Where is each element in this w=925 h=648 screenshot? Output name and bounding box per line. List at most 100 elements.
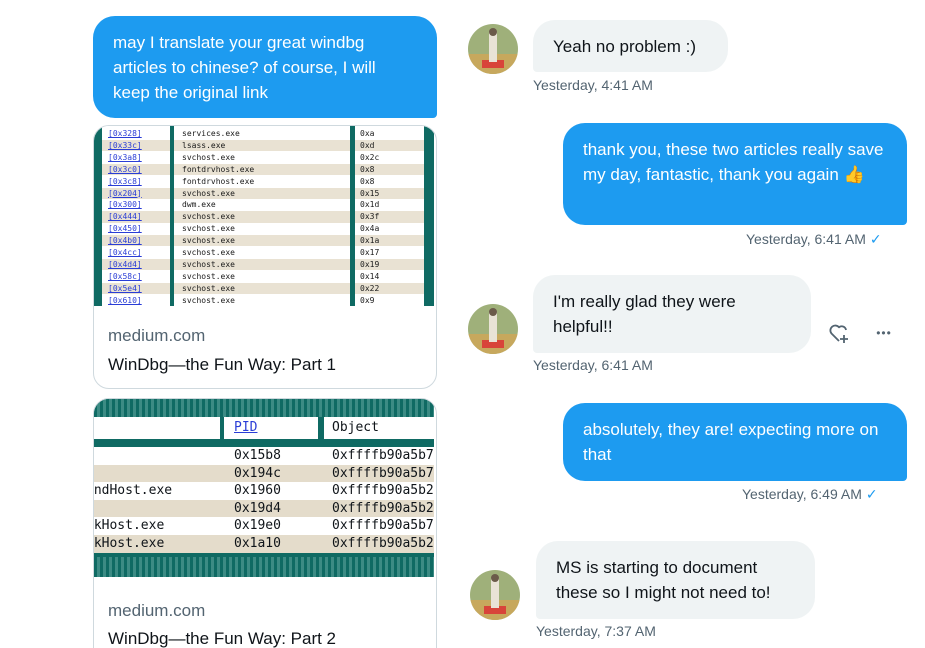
table-row: 0x194c 0xffffb90a5b7 (94, 464, 434, 483)
process-name: lsass.exe (182, 140, 226, 150)
timestamp: Yesterday, 4:41 AM (533, 77, 653, 93)
process-object: 0xffffb90a5b7 (332, 465, 434, 481)
process-name: fontdrvhost.exe (182, 176, 255, 186)
process-object: 0xffffb90a5b7 (332, 448, 434, 463)
process-table-image: PID Object 0x15b8 0xffffb90a5b7 0x194c 0xff… (94, 399, 434, 577)
table-row: [0x58c] svchost.exe 0x14 (94, 271, 434, 282)
process-address: [0x4d4] (108, 259, 142, 269)
process-name: skHost.exe (94, 518, 165, 534)
table-row: [0x5e4] svchost.exe 0x22 (94, 282, 434, 295)
process-address: [0x3c0] (108, 164, 142, 174)
react-button[interactable] (824, 318, 854, 348)
timestamp-text: Yesterday, 6:49 AM (742, 486, 862, 502)
process-value: 0x17 (360, 248, 380, 257)
process-address: [0x610] (108, 295, 142, 305)
contact-avatar[interactable] (470, 570, 520, 620)
message-outgoing-2: thank you, these two articles really sav… (563, 123, 907, 225)
table-row: [0x3c8] fontdrvhost.exe 0x8 (94, 176, 434, 187)
process-value: 0xa (360, 129, 375, 138)
process-object: 0xffffb90a5b2 (332, 500, 434, 516)
table-row: [0x4cc] svchost.exe 0x17 (94, 247, 434, 258)
contact-avatar[interactable] (468, 24, 518, 74)
process-name: svchost.exe (182, 248, 235, 257)
contact-avatar[interactable] (468, 304, 518, 354)
avatar-image (470, 570, 520, 620)
process-address: [0x4cc] (108, 248, 142, 257)
message-incoming-2: I'm really glad they were helpful!! (533, 275, 811, 353)
process-name: svchost.exe (182, 236, 235, 246)
process-value: 0x14 (360, 271, 380, 281)
link-card-part2[interactable]: PID Object 0x15b8 0xffffb90a5b7 0x194c 0xff… (93, 398, 437, 648)
avatar-image (468, 24, 518, 74)
message-text: absolutely, they are! expecting more on … (583, 420, 879, 464)
card-title: WinDbg—the Fun Way: Part 2 (108, 629, 337, 648)
process-object: 0xffffb90a5b2 (332, 536, 434, 551)
process-value: 0x22 (360, 283, 380, 293)
timestamp-text: Yesterday, 6:41 AM (746, 231, 866, 247)
sent-check-icon: ✓ (869, 231, 882, 247)
card-title: WinDbg—the Fun Way: Part 1 (108, 355, 337, 374)
table-row: [0x450] svchost.exe 0x4a (94, 223, 434, 234)
message-text: MS is starting to document these so I mi… (556, 558, 771, 602)
process-value: 0x1d (360, 200, 380, 210)
process-pid: 0x15b8 (234, 448, 281, 463)
card-thumbnail: [0x610] svchost.exe 0x9 [0x5e4] svchost.exe 0… (94, 126, 436, 308)
process-value: 0x8 (360, 176, 375, 186)
table-row: undHost.exe 0x1960 0xffffb90a5b2 (94, 482, 434, 500)
more-icon: ••• (876, 326, 892, 340)
process-value: 0xd (360, 140, 375, 150)
process-object: 0xffffb90a5b7 (332, 518, 434, 534)
process-pid: 0x1a10 (234, 536, 281, 551)
message-text: Yeah no problem :) (553, 37, 697, 56)
card-thumbnail: PID Object 0x15b8 0xffffb90a5b7 0x194c 0xff… (94, 399, 436, 577)
table-row: [0x444] svchost.exe 0x3f (94, 211, 434, 223)
process-address: [0x58c] (108, 271, 142, 281)
process-name: svchost.exe (182, 212, 235, 222)
process-name: svchost.exe (182, 259, 235, 269)
more-button[interactable]: ••• (868, 318, 900, 348)
table-row: [0x33c] lsass.exe 0xd (94, 139, 434, 152)
process-value: 0x2c (360, 152, 380, 162)
process-address: [0x300] (108, 200, 142, 210)
table-row: 0x15b8 0xffffb90a5b7 (94, 447, 434, 465)
message-text: may I translate your great windbg articl… (113, 33, 376, 102)
link-card-part1[interactable]: [0x610] svchost.exe 0x9 [0x5e4] svchost.exe 0… (93, 125, 437, 389)
table-row: [0x300] dwm.exe 0x1d (94, 199, 434, 210)
process-name: svchost.exe (182, 188, 235, 198)
message-incoming-1: Yeah no problem :) (533, 20, 728, 72)
table-row: [0x204] svchost.exe 0x15 (94, 187, 434, 199)
sent-check-icon: ✓ (865, 486, 878, 502)
process-name: undHost.exe (94, 483, 173, 499)
process-name: svchost.exe (182, 283, 235, 293)
table-header: PID Object (94, 417, 434, 439)
process-address: [0x3a8] (108, 152, 142, 162)
process-name: svchost.exe (182, 152, 235, 162)
process-value: 0x3f (360, 212, 380, 222)
process-name: svchost.exe (182, 271, 235, 281)
process-object: 0xffffb90a5b2 (332, 483, 434, 499)
timestamp: Yesterday, 6:41 AM ✓ (746, 231, 882, 248)
timestamp: Yesterday, 7:37 AM (536, 623, 656, 639)
table-row: [0x3a8] svchost.exe 0x2c (94, 152, 434, 163)
message-text: thank you, these two articles really sav… (583, 140, 884, 184)
process-name: skHost.exe (94, 536, 165, 551)
message-text: I'm really glad they were helpful!! (553, 292, 736, 336)
avatar-image (468, 304, 518, 354)
process-address: [0x450] (108, 224, 142, 234)
process-name: svchost.exe (182, 224, 235, 234)
card-domain: medium.com (108, 601, 206, 620)
table-row: e0x19d40xffffb90a5b2 (94, 499, 434, 518)
process-pid: 0x1960 (234, 483, 281, 499)
card-domain: medium.com (108, 326, 206, 345)
timestamp: Yesterday, 6:41 AM (533, 357, 653, 373)
process-pid: 0x19e0 (234, 518, 281, 534)
process-name: dwm.exe (182, 200, 216, 210)
process-name: services.exe (182, 129, 240, 138)
process-value: 0x19 (360, 259, 380, 269)
process-name: fontdrvhost.exe (182, 164, 255, 174)
process-pid: 0x19d4 (234, 500, 281, 516)
message-outgoing-1: may I translate your great windbg articl… (93, 16, 437, 118)
table-row: [0x328] services.exe 0xa (94, 128, 434, 139)
process-address: [0x204] (108, 188, 142, 198)
thumbs-up-emoji: 👍 (843, 165, 865, 184)
